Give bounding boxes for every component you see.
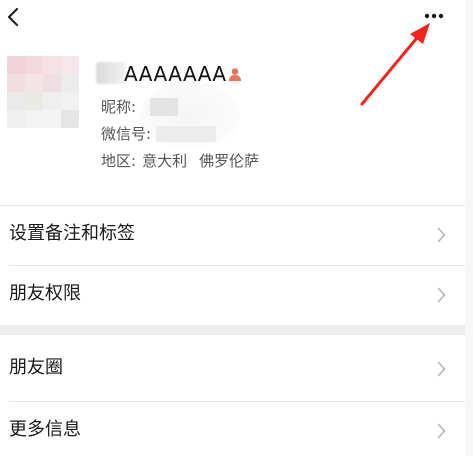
wechat-id-redaction (156, 126, 216, 142)
menu-item-friend-permissions[interactable]: 朋友权限 (0, 266, 465, 324)
wechat-id-label: 微信号: (101, 125, 152, 143)
region-city: 佛罗伦萨 (199, 152, 260, 170)
nickname-row: 昵称: (101, 97, 136, 117)
region-label: 地区: (101, 152, 137, 170)
chevron-right-icon (437, 287, 446, 303)
more-icon[interactable] (424, 13, 444, 19)
chevron-right-icon (437, 361, 446, 377)
menu-item-label: 更多信息 (9, 419, 81, 440)
annotation-arrow-icon (360, 23, 430, 106)
gender-icon (229, 68, 241, 81)
menu-item-moments[interactable]: 朋友圈 (0, 340, 465, 398)
menu-item-label: 朋友权限 (9, 283, 81, 304)
nickname-label: 昵称: (101, 98, 137, 116)
menu-item-set-remark[interactable]: 设置备注和标签 (0, 206, 465, 264)
menu-item-more-info[interactable]: 更多信息 (0, 402, 465, 456)
chevron-right-icon (437, 423, 446, 439)
screen-edge (465, 0, 473, 456)
avatar[interactable] (7, 56, 79, 128)
region-country: 意大利 (142, 152, 188, 170)
name-redaction (96, 62, 126, 84)
menu-item-label: 设置备注和标签 (9, 223, 135, 244)
nickname-redaction (150, 98, 178, 116)
region-row: 地区: 意大利 佛罗伦萨 (101, 151, 259, 171)
section-gap (0, 325, 465, 335)
back-icon[interactable] (6, 8, 20, 26)
wechat-id-row: 微信号: (101, 124, 151, 144)
menu-item-label: 朋友圈 (9, 357, 63, 378)
chevron-right-icon (437, 227, 446, 243)
